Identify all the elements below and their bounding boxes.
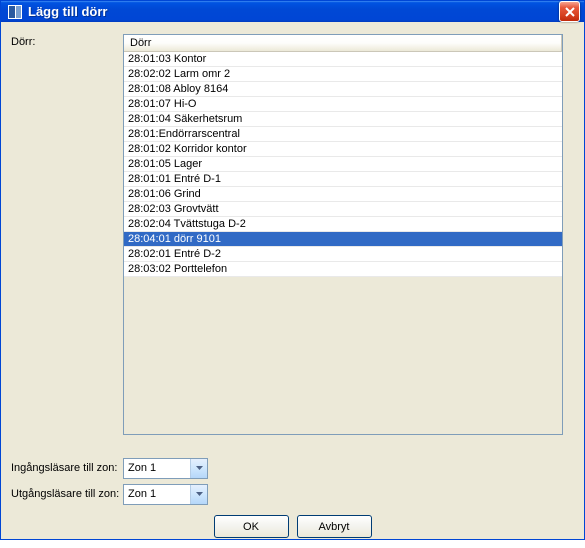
titlebar: Lägg till dörr	[1, 1, 584, 22]
door-row: Dörr: Dörr 28:01:03 Kontor28:02:02 Larm …	[11, 34, 574, 435]
chevron-down-icon	[196, 466, 203, 470]
dialog-content: Dörr: Dörr 28:01:03 Kontor28:02:02 Larm …	[1, 22, 584, 548]
list-item[interactable]: 28:01:07 Hi-O	[124, 97, 562, 112]
list-item[interactable]: 28:04:01 dörr 9101	[124, 232, 562, 247]
close-button[interactable]	[559, 1, 580, 22]
list-header[interactable]: Dörr	[124, 35, 562, 52]
column-header-door[interactable]: Dörr	[124, 35, 562, 51]
list-item[interactable]: 28:02:03 Grovtvätt	[124, 202, 562, 217]
list-item[interactable]: 28:01:04 Säkerhetsrum	[124, 112, 562, 127]
list-item[interactable]: 28:01:06 Grind	[124, 187, 562, 202]
list-body: 28:01:03 Kontor28:02:02 Larm omr 228:01:…	[124, 52, 562, 277]
list-item[interactable]: 28:02:04 Tvättstuga D-2	[124, 217, 562, 232]
ok-button[interactable]: OK	[214, 515, 289, 538]
utgang-label: Utgångsläsare till zon:	[11, 488, 123, 500]
list-item[interactable]: 28:02:02 Larm omr 2	[124, 67, 562, 82]
utgang-row: Utgångsläsare till zon: Zon 1	[11, 483, 574, 505]
utgang-zone-value: Zon 1	[124, 488, 190, 500]
list-item[interactable]: 28:03:02 Porttelefon	[124, 262, 562, 277]
list-item[interactable]: 28:01:01 Entré D-1	[124, 172, 562, 187]
cancel-button[interactable]: Avbryt	[297, 515, 372, 538]
ingang-zone-combo[interactable]: Zon 1	[123, 458, 208, 479]
list-item[interactable]: 28:01:05 Lager	[124, 157, 562, 172]
zone-section: Ingångsläsare till zon: Zon 1 Utgångsläs…	[11, 457, 574, 509]
app-icon	[7, 4, 23, 20]
list-item[interactable]: 28:01:08 Abloy 8164	[124, 82, 562, 97]
ingang-label: Ingångsläsare till zon:	[11, 462, 123, 474]
utgang-zone-combo[interactable]: Zon 1	[123, 484, 208, 505]
ingang-row: Ingångsläsare till zon: Zon 1	[11, 457, 574, 479]
list-item[interactable]: 28:01:03 Kontor	[124, 52, 562, 67]
dialog-window: Lägg till dörr Dörr: Dörr 28:01:03 Konto…	[0, 0, 585, 540]
list-item[interactable]: 28:01:02 Korridor kontor	[124, 142, 562, 157]
door-listbox[interactable]: Dörr 28:01:03 Kontor28:02:02 Larm omr 22…	[123, 34, 563, 435]
door-label: Dörr:	[11, 34, 123, 48]
utgang-zone-dropdown-button[interactable]	[190, 485, 207, 504]
list-item[interactable]: 28:02:01 Entré D-2	[124, 247, 562, 262]
ingang-zone-dropdown-button[interactable]	[190, 459, 207, 478]
window-title: Lägg till dörr	[28, 4, 559, 19]
ingang-zone-value: Zon 1	[124, 462, 190, 474]
list-item[interactable]: 28:01:Endörrarscentral	[124, 127, 562, 142]
button-row: OK Avbryt	[11, 515, 574, 540]
chevron-down-icon	[196, 492, 203, 496]
close-icon	[565, 7, 575, 17]
